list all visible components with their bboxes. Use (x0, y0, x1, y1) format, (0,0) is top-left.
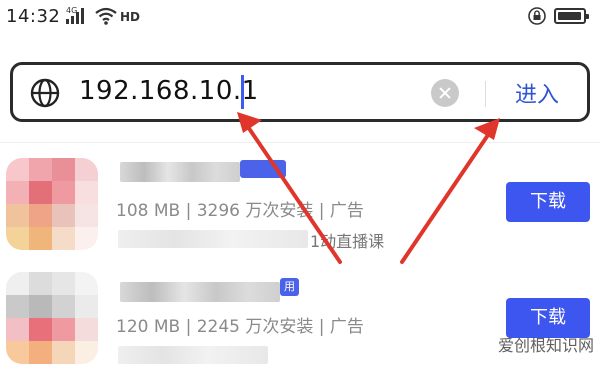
watermark: 爱创根知识网 (497, 336, 594, 355)
red-arrow-icon (400, 118, 500, 264)
annotation-arrows (237, 112, 500, 264)
red-arrow-icon (237, 112, 342, 264)
